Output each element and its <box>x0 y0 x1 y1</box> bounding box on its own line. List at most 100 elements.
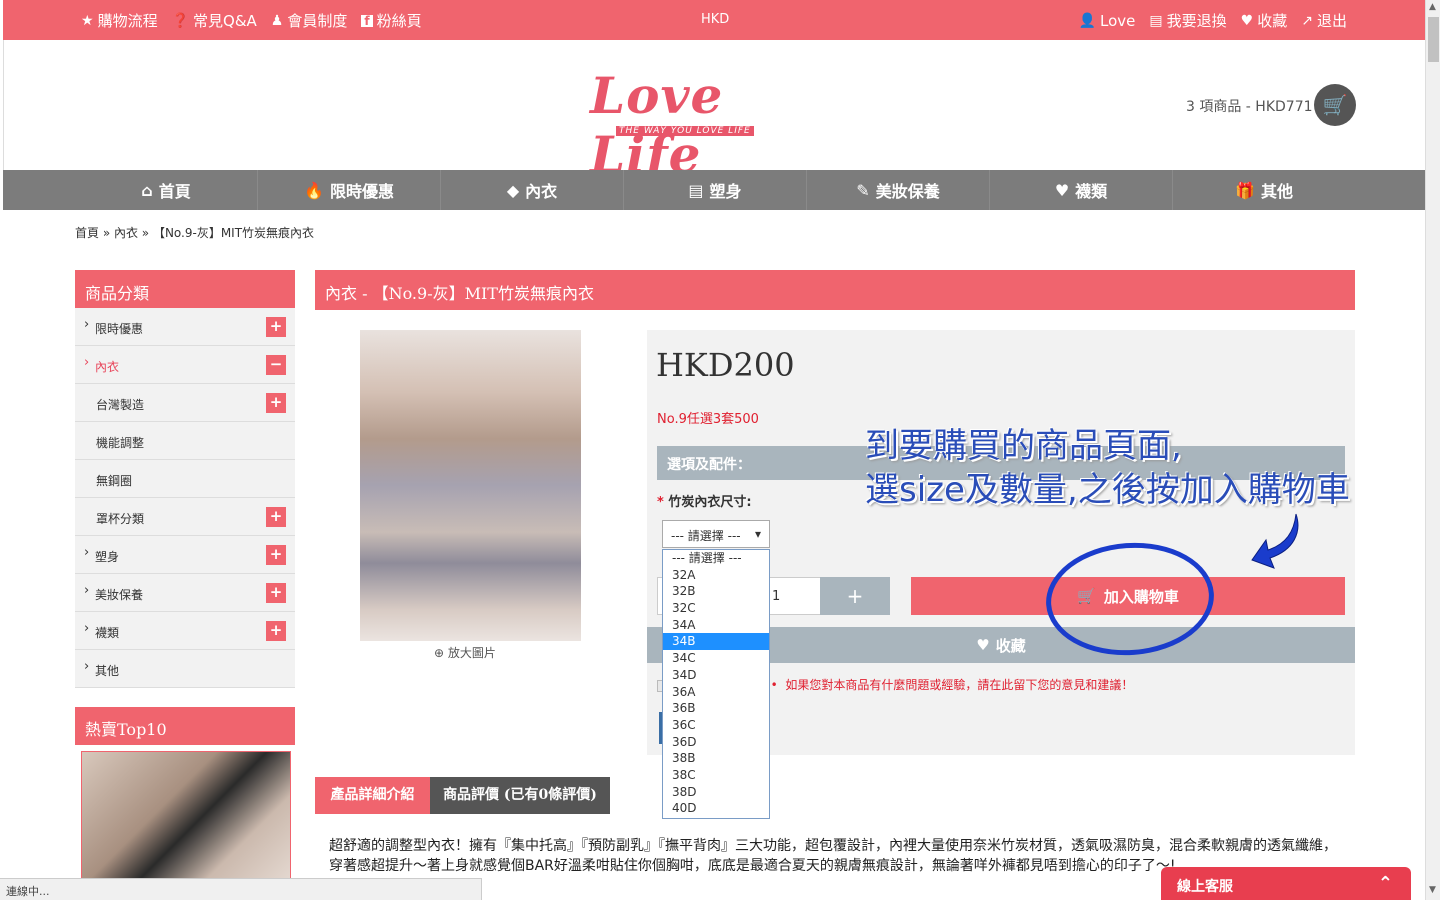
heart-icon: ♥ <box>1240 12 1254 29</box>
zoom-icon: ⊕ <box>434 646 445 660</box>
scrollbar-thumb[interactable] <box>1428 17 1439 62</box>
facebook-icon: f <box>361 14 373 27</box>
category-functional[interactable]: 機能調整 <box>75 422 295 460</box>
expand-button[interactable]: + <box>266 545 286 565</box>
size-select[interactable]: --- 請選擇 --- ▾ <box>662 520 770 548</box>
size-option[interactable]: 40D <box>663 800 769 817</box>
nav-beauty[interactable]: ✎ 美妝保養 <box>807 170 990 210</box>
diamond-icon: ◆ <box>506 180 520 200</box>
left-border <box>3 40 4 170</box>
size-option[interactable]: 38C <box>663 767 769 784</box>
cart-icon[interactable]: 🛒 <box>1314 84 1356 126</box>
size-option[interactable]: 38D <box>663 784 769 801</box>
chevron-right-icon: › <box>84 317 90 332</box>
size-option[interactable]: 34B <box>663 633 769 651</box>
size-option[interactable]: 36D <box>663 734 769 751</box>
size-option[interactable]: 36C <box>663 717 769 734</box>
review-note: 如果您對本商品有什麼問題或經驗，請在此留下您的意見和建議！ <box>785 678 1134 692</box>
scroll-up-icon[interactable]: ▲ <box>1429 2 1436 12</box>
expand-button[interactable]: + <box>266 621 286 641</box>
heart-icon: ♥ <box>1054 180 1070 200</box>
main-nav: ⌂ 首頁 🔥 限時優惠 ◆ 內衣 ▤ 塑身 ✎ 美妝保養 ♥ 襪類 🎁 其他 <box>3 170 1425 210</box>
category-beauty[interactable]: › 美妝保養 + <box>75 574 295 612</box>
quantity-plus-button[interactable]: + <box>820 577 890 615</box>
category-lingerie[interactable]: › 內衣 − <box>75 346 295 384</box>
category-limited-offer[interactable]: › 限時優惠 + <box>75 308 295 346</box>
instruction-annotation: 到要購買的商品頁面, 選size及數量,之後按加入購物車 <box>865 426 1350 510</box>
nav-other[interactable]: 🎁 其他 <box>1173 170 1355 210</box>
document-icon: ▤ <box>1149 12 1163 29</box>
tab-product-reviews[interactable]: 商品評價 (已有0條評價) <box>430 777 610 814</box>
currency-label[interactable]: HKD <box>701 12 729 27</box>
membership-link[interactable]: ♟ 會員制度 <box>271 10 348 31</box>
chevron-right-icon: › <box>84 659 90 674</box>
nav-home[interactable]: ⌂ 首頁 <box>75 170 258 210</box>
category-cup-size[interactable]: 罩杯分類 + <box>75 498 295 536</box>
live-chat-button[interactable]: 線上客服 ⌃ <box>1161 867 1411 900</box>
size-option[interactable]: 38B <box>663 750 769 767</box>
member-icon: ♟ <box>270 12 284 29</box>
dropdown-arrow-icon: ▾ <box>754 527 761 541</box>
top-bar-right: 👤 Love ▤ 我要退換 ♥ 收藏 ↗ 退出 <box>1079 10 1347 31</box>
size-option[interactable]: 34D <box>663 667 769 684</box>
category-list: › 限時優惠 + › 內衣 − 台灣製造 + 機能調整 無鋼圈 罩杯分類 + › 塑身 + › 美… <box>75 308 295 688</box>
top10-product-image[interactable] <box>81 751 291 881</box>
site-logo[interactable]: Love Life THE WAY YOU LOVE LIFE <box>590 66 852 184</box>
nav-limited-offer[interactable]: 🔥 限時優惠 <box>258 170 441 210</box>
list-icon: ▤ <box>688 180 704 200</box>
size-option[interactable]: 36A <box>663 684 769 701</box>
size-option[interactable]: --- 請選擇 --- <box>663 550 769 567</box>
size-option[interactable]: 36B <box>663 700 769 717</box>
size-option[interactable]: 34A <box>663 617 769 634</box>
scrollbar[interactable]: ▲ ▼ <box>1425 0 1440 900</box>
size-option[interactable]: 32B <box>663 583 769 600</box>
category-taiwan-made[interactable]: 台灣製造 + <box>75 384 295 422</box>
flame-icon: 🔥 <box>304 180 324 200</box>
collapse-button[interactable]: − <box>266 355 286 375</box>
category-other[interactable]: › 其他 <box>75 650 295 688</box>
chevron-right-icon: › <box>84 583 90 598</box>
promo-text: No.9任選3套500 <box>657 412 759 427</box>
expand-button[interactable]: + <box>266 507 286 527</box>
product-price: HKD200 <box>656 346 795 384</box>
account-link[interactable]: 👤 Love <box>1079 10 1136 31</box>
expand-button[interactable]: + <box>266 317 286 337</box>
gift-icon: 🎁 <box>1235 180 1255 200</box>
tab-product-details[interactable]: 產品詳細介紹 <box>315 777 430 814</box>
expand-button[interactable]: + <box>266 583 286 603</box>
scroll-down-icon[interactable]: ▼ <box>1429 885 1436 895</box>
logo-text: Love Life <box>590 66 724 184</box>
faq-link[interactable]: ❓ 常見Q&A <box>172 10 257 31</box>
size-dropdown-list[interactable]: --- 請選擇 --- 32A 32B 32C 34A 34B 34C 34D 36A 36B 36… <box>662 549 770 819</box>
top-bar-left: ★ 購物流程 ❓ 常見Q&A ♟ 會員制度 f 粉絲頁 <box>81 10 422 31</box>
heart-icon: ♥ <box>976 636 990 654</box>
top10-title: 熱賣Top10 <box>75 707 295 745</box>
nav-lingerie[interactable]: ◆ 內衣 <box>441 170 624 210</box>
nav-shapewear[interactable]: ▤ 塑身 <box>624 170 807 210</box>
chevron-right-icon: › <box>84 355 90 370</box>
fanpage-link[interactable]: f 粉絲頁 <box>361 10 422 31</box>
logout-link[interactable]: ↗ 退出 <box>1301 10 1347 31</box>
expand-button[interactable]: + <box>266 393 286 413</box>
question-icon: ❓ <box>171 12 190 29</box>
zoom-link[interactable]: ⊕ 放大圖片 <box>434 644 496 661</box>
star-icon: ★ <box>81 12 94 29</box>
page: ★ 購物流程 ❓ 常見Q&A ♟ 會員制度 f 粉絲頁 HKD 👤 Love ▤ 我要退換 … <box>0 0 1440 900</box>
category-socks[interactable]: › 襪類 + <box>75 612 295 650</box>
top-bar: ★ 購物流程 ❓ 常見Q&A ♟ 會員制度 f 粉絲頁 HKD 👤 Love ▤ 我要退換 … <box>3 0 1425 40</box>
category-shapewear[interactable]: › 塑身 + <box>75 536 295 574</box>
external-link-icon: ↗ <box>1301 12 1313 29</box>
product-image[interactable] <box>360 330 581 641</box>
nav-socks[interactable]: ♥ 襪類 <box>990 170 1173 210</box>
category-wireless[interactable]: 無鋼圈 <box>75 460 295 498</box>
cart-summary[interactable]: 3 項商品 - HKD771 <box>1186 96 1313 116</box>
size-option[interactable]: 34C <box>663 650 769 667</box>
returns-link[interactable]: ▤ 我要退換 <box>1149 10 1226 31</box>
home-icon: ⌂ <box>141 180 153 200</box>
shopping-process-link[interactable]: ★ 購物流程 <box>81 10 158 31</box>
size-option[interactable]: 32A <box>663 567 769 584</box>
annotation-arrow-icon <box>1251 513 1299 569</box>
wishlist-link[interactable]: ♥ 收藏 <box>1241 10 1288 31</box>
breadcrumb[interactable]: 首頁 » 內衣 » 【No.9-灰】MIT竹炭無痕內衣 <box>75 224 314 241</box>
size-option[interactable]: 32C <box>663 600 769 617</box>
